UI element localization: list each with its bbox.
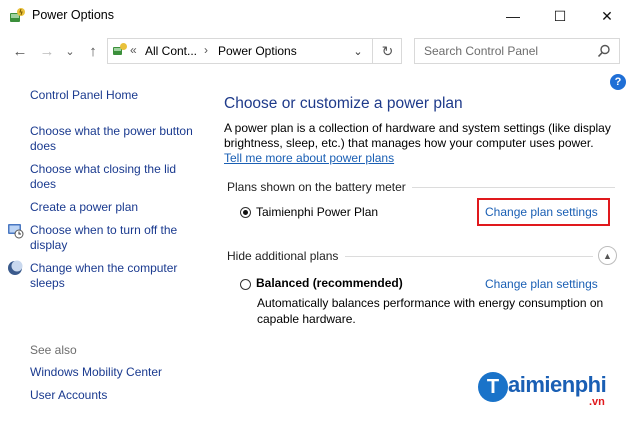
- hidden-plans-section-label: Hide additional plans: [227, 249, 339, 263]
- breadcrumb-power-options[interactable]: Power Options: [218, 44, 297, 58]
- battery-meter-section-label: Plans shown on the battery meter: [227, 180, 406, 194]
- minimize-button[interactable]: —: [490, 0, 536, 32]
- recent-locations-button[interactable]: ⌄: [59, 40, 81, 62]
- windows-mobility-center-link[interactable]: Windows Mobility Center: [30, 365, 162, 380]
- plan-taimienphi-name: Taimienphi Power Plan: [256, 205, 379, 219]
- watermark-suffix: .vn: [589, 396, 605, 408]
- highlight-box: [477, 198, 610, 226]
- breadcrumb-separator[interactable]: ›: [204, 43, 208, 57]
- tell-me-more-link[interactable]: Tell me more about power plans: [224, 151, 394, 165]
- search-icon[interactable]: [596, 43, 612, 59]
- watermark-text: aimienphi: [508, 372, 607, 397]
- close-button[interactable]: ✕: [584, 0, 630, 32]
- address-dropdown-button[interactable]: ⌄: [346, 38, 370, 64]
- page-description: A power plan is a collection of hardware…: [224, 121, 614, 166]
- breadcrumb-all-control-panel[interactable]: All Cont...: [145, 44, 197, 58]
- plan-taimienphi-radio[interactable]: [240, 207, 251, 218]
- page-title: Choose or customize a power plan: [224, 95, 463, 112]
- see-also-label: See also: [30, 343, 77, 357]
- create-power-plan-link[interactable]: Create a power plan: [30, 200, 138, 215]
- power-options-app-icon: [10, 8, 25, 22]
- watermark-logo: T: [478, 372, 508, 402]
- up-button[interactable]: ↑: [82, 40, 104, 62]
- computer-sleeps-link[interactable]: Change when the computer sleeps: [30, 261, 210, 291]
- power-button-link[interactable]: Choose what the power button does: [30, 124, 210, 154]
- help-icon[interactable]: ?: [610, 74, 626, 90]
- control-panel-icon: [113, 43, 127, 55]
- collapse-chevron-up-icon[interactable]: ▲: [598, 246, 617, 265]
- plan-balanced-name: Balanced (recommended): [256, 276, 403, 290]
- forward-button[interactable]: →: [36, 40, 58, 62]
- breadcrumb-overflow[interactable]: «: [130, 43, 137, 57]
- plan-balanced-change-settings-link[interactable]: Change plan settings: [485, 277, 598, 291]
- plan-balanced-radio[interactable]: [240, 279, 251, 290]
- turn-off-display-link[interactable]: Choose when to turn off the display: [30, 223, 210, 253]
- plan-balanced-description: Automatically balances performance with …: [257, 296, 604, 326]
- refresh-button[interactable]: ↻: [372, 38, 402, 64]
- user-accounts-link[interactable]: User Accounts: [30, 388, 107, 403]
- closing-lid-link[interactable]: Choose what closing the lid does: [30, 162, 200, 192]
- description-text: A power plan is a collection of hardware…: [224, 121, 611, 150]
- search-placeholder: Search Control Panel: [424, 44, 539, 58]
- back-button[interactable]: ←: [9, 40, 31, 62]
- sleep-moon-icon: [8, 260, 23, 275]
- window-title: Power Options: [32, 8, 114, 22]
- maximize-button[interactable]: ☐: [537, 0, 583, 32]
- control-panel-home-link[interactable]: Control Panel Home: [30, 88, 138, 103]
- section-divider: [345, 256, 593, 257]
- section-divider: [412, 187, 615, 188]
- display-timer-icon: [8, 224, 24, 239]
